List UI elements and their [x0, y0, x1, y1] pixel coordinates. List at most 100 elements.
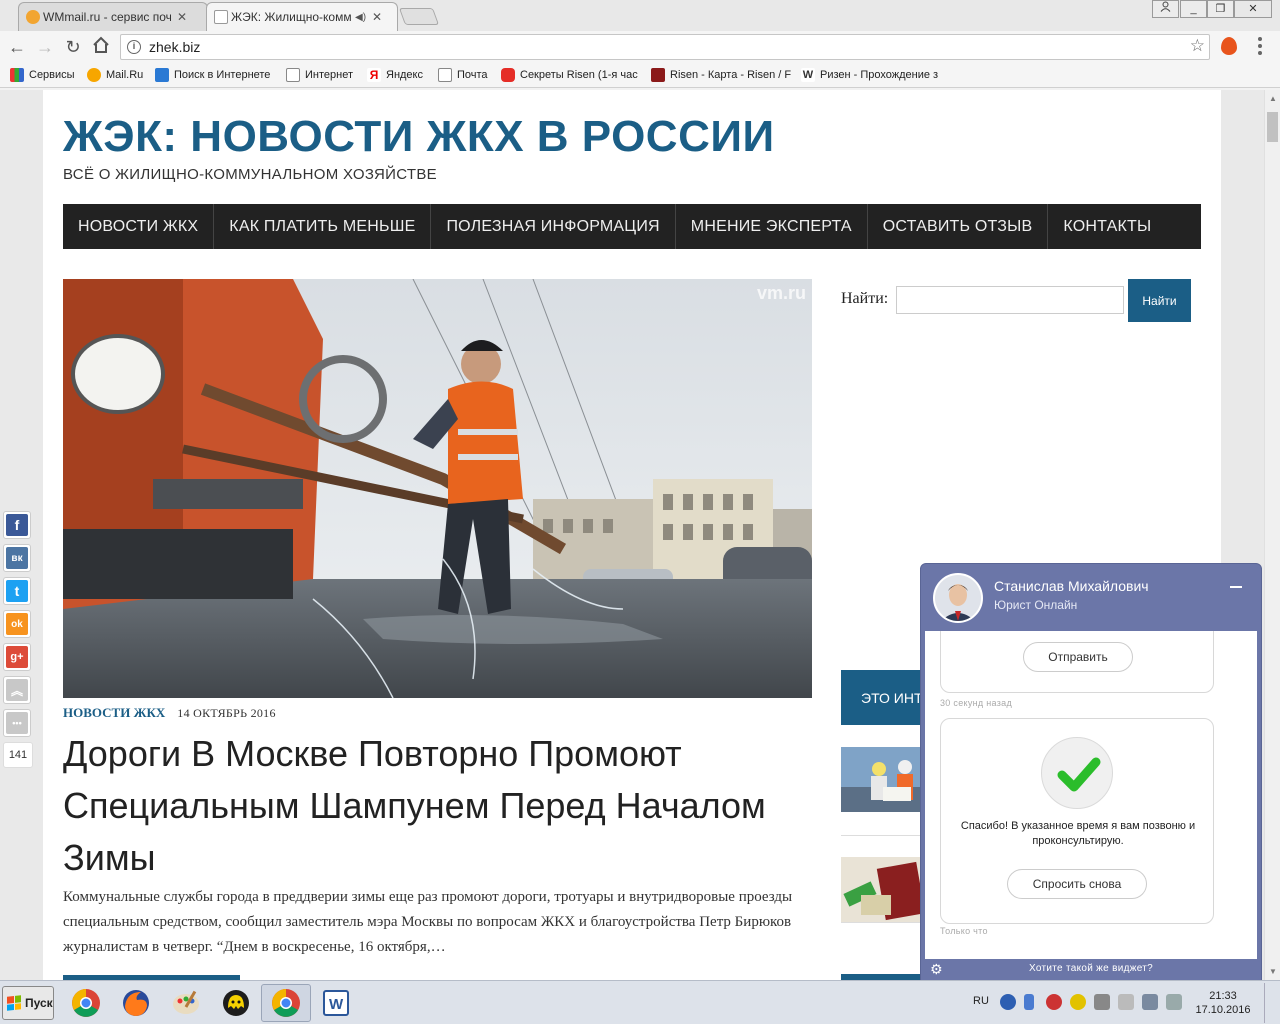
profile-button[interactable] — [1152, 0, 1179, 18]
get-widget-link[interactable]: Хотите такой же виджет? — [921, 963, 1261, 974]
ghost-tray-icon[interactable] — [1070, 994, 1086, 1010]
google-plus-icon: g+ — [6, 646, 28, 668]
post-featured-image[interactable]: vm.ru — [63, 279, 812, 698]
share-vk-button[interactable]: вк — [3, 544, 31, 572]
audio-speaker-icon[interactable]: ◀) — [355, 12, 366, 23]
sidebar-banner[interactable]: ЭТО ИНТ — [841, 670, 931, 725]
paint-palette-icon — [173, 990, 199, 1014]
url-text[interactable]: zhek.biz — [149, 39, 200, 55]
sidebar-divider — [841, 835, 931, 836]
search-button[interactable]: Найти — [1128, 279, 1191, 322]
network-icon[interactable] — [1142, 994, 1158, 1010]
browser-menu-icon[interactable] — [1258, 37, 1264, 55]
more-share-button[interactable]: ••• — [3, 709, 31, 737]
apps-grid-icon — [10, 68, 24, 82]
tab-wmmail[interactable]: WMmail.ru - сервис почтов ✕ — [18, 2, 208, 31]
taskbar-firefox[interactable] — [111, 984, 161, 1022]
new-tab-button[interactable] — [398, 8, 440, 25]
bookmark-yandex[interactable]: Я Яндекс — [367, 68, 423, 82]
flag-icon[interactable] — [1118, 994, 1134, 1010]
bookmark-risen-walkthrough[interactable]: W Ризен - Прохождение з — [801, 68, 938, 82]
blocked-icon[interactable] — [1046, 994, 1062, 1010]
nav-item-expert-opinion[interactable]: МНЕНИЕ ЭКСПЕРТА — [676, 204, 868, 249]
nav-item-news[interactable]: НОВОСТИ ЖКХ — [63, 204, 215, 249]
nav-item-useful-info[interactable]: ПОЛЕЗНАЯ ИНФОРМАЦИЯ — [431, 204, 676, 249]
post-title[interactable]: Дороги В Москве Повторно Промоют Специал… — [63, 728, 823, 884]
chrome-icon — [272, 989, 300, 1017]
back-arrow-icon[interactable]: ← — [6, 36, 28, 58]
browser-toolbar: ← → ↻ i zhek.biz ☆ — [0, 31, 1280, 63]
taskbar-chrome-active[interactable] — [261, 984, 311, 1022]
bookmark-search[interactable]: Поиск в Интернете — [155, 68, 270, 82]
extension-fire-icon[interactable] — [1221, 37, 1237, 55]
site-tagline: ВСЁ О ЖИЛИЩНО-КОММУНАЛЬНОМ ХОЗЯЙСТВЕ — [63, 166, 437, 183]
sidebar-thumb-documents[interactable] — [841, 857, 931, 922]
minimize-button[interactable]: _ — [1180, 0, 1207, 18]
windows-taskbar: Пуск W RU 21:33 17.10.2016 — [0, 980, 1280, 1024]
system-clock[interactable]: 21:33 17.10.2016 — [1188, 989, 1258, 1017]
share-count: 141 — [3, 742, 33, 768]
chat-footer: ⚙ Хотите такой же виджет? — [921, 959, 1261, 980]
image-watermark: vm.ru — [756, 283, 806, 303]
taskbar-chrome[interactable] — [61, 984, 111, 1022]
nav-item-feedback[interactable]: ОСТАВИТЬ ОТЗЫВ — [868, 204, 1049, 249]
start-button[interactable]: Пуск — [2, 986, 54, 1020]
search-label: Найти: — [841, 290, 889, 307]
address-bar[interactable]: i zhek.biz ☆ — [120, 34, 1210, 60]
message-timestamp: Только что — [940, 926, 988, 936]
ask-again-button[interactable]: Спросить снова — [1007, 869, 1147, 899]
tab-close-icon[interactable]: ✕ — [372, 10, 382, 24]
share-twitter-button[interactable]: t — [3, 577, 31, 605]
twitter-icon: t — [6, 580, 28, 602]
taskbar-ghost-app[interactable] — [211, 984, 261, 1022]
sidebar-thumb-builders[interactable] — [841, 747, 931, 812]
scroll-down-arrow-icon[interactable]: ▼ — [1268, 967, 1278, 976]
taskbar-word[interactable]: W — [311, 984, 361, 1022]
bookmark-mail[interactable]: Почта — [438, 68, 488, 82]
share-google-plus-button[interactable]: g+ — [3, 643, 31, 671]
site-title[interactable]: ЖЭК: НОВОСТИ ЖКХ В РОССИИ — [63, 112, 775, 162]
send-button[interactable]: Отправить — [1023, 642, 1133, 672]
share-odnoklassniki-button[interactable]: ok — [3, 610, 31, 638]
tab-strip: WMmail.ru - сервис почтов ✕ ЖЭК: Жилищно… — [0, 0, 1280, 31]
tab-zhek[interactable]: ЖЭК: Жилищно-комму ◀) ✕ — [206, 2, 398, 31]
nav-item-pay-less[interactable]: КАК ПЛАТИТЬ МЕНЬШЕ — [214, 204, 432, 249]
double-chevron-up-icon: ︽ — [6, 679, 28, 701]
scroll-up-arrow-icon[interactable]: ▲ — [1268, 94, 1278, 103]
language-indicator[interactable]: RU — [973, 995, 989, 1007]
social-share-panel: f вк t ok g+ ︽ ••• 141 — [3, 511, 33, 768]
power-icon[interactable] — [1166, 994, 1182, 1010]
share-facebook-button[interactable]: f — [3, 511, 31, 539]
bookmark-risen-map[interactable]: Risen - Карта - Risen / F — [651, 68, 791, 82]
post-category-link[interactable]: НОВОСТИ ЖКХ — [63, 705, 165, 721]
reload-icon[interactable]: ↻ — [62, 36, 84, 58]
help-icon[interactable] — [1000, 994, 1016, 1010]
sidebar-divider — [841, 922, 931, 923]
restore-button[interactable]: ❐ — [1207, 0, 1234, 18]
site-info-icon[interactable]: i — [127, 40, 141, 54]
bookmark-mailru[interactable]: Mail.Ru — [87, 68, 143, 82]
bookmark-star-icon[interactable]: ☆ — [1190, 36, 1205, 56]
scrollbar-thumb[interactable] — [1267, 112, 1278, 142]
chat-minimize-icon[interactable] — [1228, 578, 1244, 594]
chat-header[interactable]: Станислав Михайлович Юрист Онлайн — [921, 564, 1261, 631]
search-input[interactable] — [896, 286, 1124, 314]
speaker-icon[interactable] — [1094, 994, 1110, 1010]
street-cleaning-photo — [63, 279, 812, 698]
tab-close-icon[interactable]: ✕ — [177, 10, 187, 24]
tray-arrow-icon[interactable] — [1024, 994, 1034, 1010]
firefox-icon — [123, 990, 149, 1016]
forward-arrow-icon[interactable]: → — [34, 36, 56, 58]
show-desktop-button[interactable] — [1264, 983, 1278, 1023]
bookmark-risen-secrets[interactable]: Секреты Risen (1-я час — [501, 68, 638, 82]
page-scrollbar[interactable]: ▲ ▼ — [1264, 90, 1280, 980]
scroll-to-top-button[interactable]: ︽ — [3, 676, 31, 704]
chat-form-bubble: Отправить — [940, 631, 1214, 693]
message-timestamp: 30 секунд назад — [940, 698, 1013, 708]
home-icon[interactable] — [90, 36, 112, 58]
nav-item-contacts[interactable]: КОНТАКТЫ — [1048, 204, 1166, 249]
bookmark-internet[interactable]: Интернет — [286, 68, 353, 82]
close-window-button[interactable]: ✕ — [1234, 0, 1272, 18]
bookmark-services[interactable]: Сервисы — [10, 68, 75, 82]
taskbar-paint[interactable] — [161, 984, 211, 1022]
